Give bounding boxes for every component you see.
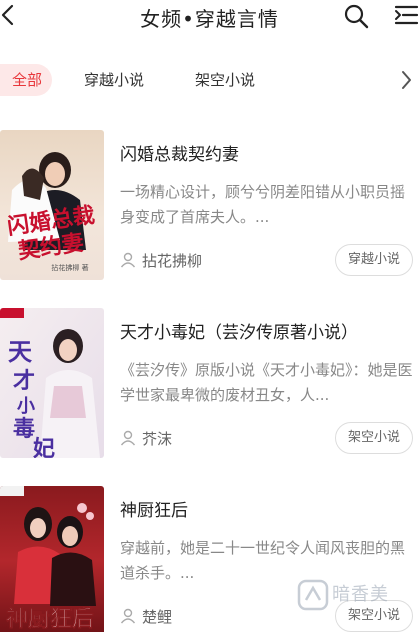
book-info: 天才小毒妃（芸汐传原著小说） 《芸汐传》原版小说《天才小毒妃》：她是医学世家最卑… <box>120 308 415 458</box>
cover-title-art: 才 <box>13 368 35 394</box>
genre-tag[interactable]: 穿越小说 <box>334 244 413 276</box>
cover-title-art: 妃 <box>33 436 55 458</box>
category-tabs: 全部 穿越小说 架空小说 <box>0 60 419 100</box>
cover-author-art: 拈花拂柳 著 <box>51 263 88 272</box>
genre-tag[interactable]: 架空小说 <box>334 422 413 454</box>
watermark-logo-icon <box>297 579 329 611</box>
book-author: 拈花拂柳 <box>142 252 203 270</box>
cover-title-art: 毒 <box>13 416 35 442</box>
book-title[interactable]: 天才小毒妃（芸汐传原著小说） <box>120 318 358 343</box>
book-cover[interactable]: 神厨狂后 <box>0 486 104 632</box>
book-meta: 拈花拂柳 穿越小说 <box>120 244 415 276</box>
watermark-text: 暗香美 <box>332 584 389 605</box>
cover-title-art: 神厨狂后 <box>6 606 94 632</box>
search-icon[interactable] <box>343 3 369 29</box>
book-description: 一场精心设计，顾兮兮阴差阳错从小职员摇身变成了首席夫人。... <box>120 183 406 226</box>
book-cover[interactable]: 天 才 小 毒 妃 <box>0 308 104 458</box>
book-cover[interactable]: 闪婚总裁 契约妻 拈花拂柳 著 <box>0 130 104 280</box>
book-meta: 芥沫 架空小说 <box>120 422 415 454</box>
cover-title-art: 天 <box>8 337 32 366</box>
book-info: 闪婚总裁契约妻 一场精心设计，顾兮兮阴差阳错从小职员摇身变成了首席夫人。... … <box>120 130 415 280</box>
tab-time-travel[interactable]: 穿越小说 <box>84 64 144 96</box>
list-item[interactable]: 闪婚总裁 契约妻 拈花拂柳 著 闪婚总裁契约妻 一场精心设计，顾兮兮阴差阳错从小… <box>0 130 419 300</box>
cover-title-art: 小 <box>17 396 35 417</box>
person-icon <box>120 252 136 268</box>
person-icon <box>120 430 136 446</box>
book-description: 《芸汐传》原版小说《天才小毒妃》：她是医学世家最卑微的废材丑女，人... <box>120 361 413 404</box>
menu-icon[interactable] <box>393 4 419 26</box>
top-bar: 女频•穿越言情 <box>0 0 419 34</box>
book-author: 芥沫 <box>142 430 173 448</box>
book-author: 楚鲤 <box>142 608 173 626</box>
tab-fictional-history[interactable]: 架空小说 <box>195 64 255 96</box>
list-item[interactable]: 天 才 小 毒 妃 天才小毒妃（芸汐传原著小说） 《芸汐传》原版小说《天才小毒妃… <box>0 308 419 478</box>
book-title[interactable]: 闪婚总裁契约妻 <box>120 140 239 165</box>
person-icon <box>120 608 136 624</box>
watermark: 暗香美 <box>296 574 416 624</box>
chevron-right-icon[interactable] <box>398 68 414 92</box>
book-title[interactable]: 神厨狂后 <box>120 496 188 521</box>
tab-all[interactable]: 全部 <box>0 64 52 96</box>
